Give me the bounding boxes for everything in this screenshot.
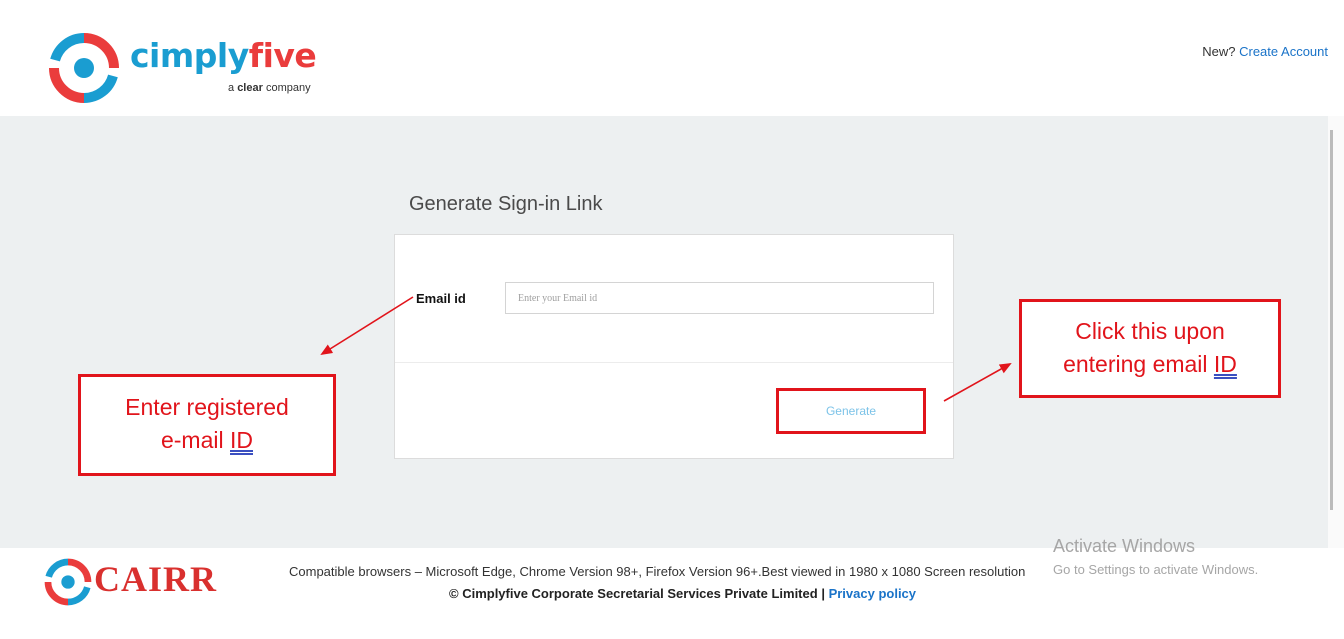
annotation-right-line2: entering email ID [1022, 348, 1278, 381]
footer-separator: | [821, 586, 825, 601]
copyright-text: © Cimplyfive Corporate Secretarial Servi… [449, 586, 818, 601]
activate-windows-title: Activate Windows [1053, 536, 1196, 556]
activate-windows-subtitle: Go to Settings to activate Windows. [1053, 562, 1259, 577]
arrow-to-email-field [320, 296, 414, 356]
arrow-to-generate-button [943, 363, 1012, 402]
annotation-left-text: e-mail [160, 427, 224, 453]
annotation-click-generate: Click this upon entering email ID [1019, 299, 1281, 398]
annotation-left-line2: e-mail ID [81, 424, 333, 457]
annotation-left-line1: Enter registered [125, 394, 289, 420]
annotation-right-id: ID [1213, 351, 1237, 377]
cairr-logo: CAIRR [44, 556, 234, 608]
annotation-right-line1: Click this upon [1075, 318, 1225, 344]
copyright-line: © Cimplyfive Corporate Secretarial Servi… [449, 586, 916, 601]
cairr-logo-text: CAIRR [94, 559, 218, 599]
cairr-logo-icon [44, 558, 92, 606]
annotation-enter-email: Enter registered e-mail ID [78, 374, 336, 476]
annotation-right-text: entering email [1063, 351, 1208, 377]
compatible-browsers-text: Compatible browsers – Microsoft Edge, Ch… [289, 564, 1026, 579]
annotation-left-id: ID [230, 427, 253, 453]
privacy-policy-link[interactable]: Privacy policy [829, 586, 916, 601]
